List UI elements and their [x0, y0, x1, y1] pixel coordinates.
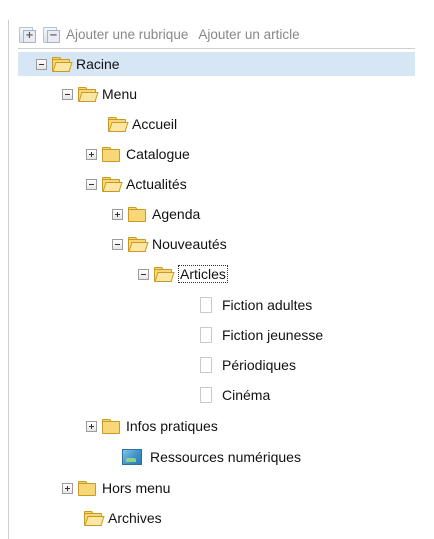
folder-open-icon	[52, 57, 73, 72]
expand-icon[interactable]	[86, 148, 97, 160]
tree-node-accueil[interactable]: Accueil	[108, 113, 177, 135]
tree-node-actualites[interactable]: Actualités	[86, 173, 187, 195]
tree-node-label[interactable]: Archives	[108, 510, 162, 526]
tree-leaf-fiction-adultes[interactable]: Fiction adultes	[200, 294, 312, 316]
collapse-icon[interactable]	[86, 178, 97, 190]
expand-icon[interactable]	[62, 482, 73, 494]
tree-node-label[interactable]: Nouveautés	[152, 236, 227, 252]
tree-leaf-periodiques[interactable]: Périodiques	[200, 354, 296, 376]
tree-node-infos-pratiques[interactable]: Infos pratiques	[86, 415, 218, 437]
expand-icon[interactable]	[86, 420, 97, 432]
folder-open-icon	[78, 87, 99, 102]
tree-node-hors-menu[interactable]: Hors menu	[62, 477, 170, 499]
document-icon	[200, 387, 212, 403]
document-icon	[200, 327, 212, 343]
folder-open-icon	[128, 237, 149, 252]
tree-node-archives[interactable]: Archives	[84, 507, 162, 529]
add-article-button[interactable]: Ajouter un article	[198, 27, 299, 42]
panel-border	[8, 20, 9, 539]
tree-node-label[interactable]: Hors menu	[102, 480, 170, 496]
tree-leaf-label[interactable]: Fiction jeunesse	[222, 327, 323, 343]
tree-node-label[interactable]: Ressources numériques	[150, 449, 301, 465]
tree-node-label[interactable]: Agenda	[152, 206, 200, 222]
tree-node-label[interactable]: Accueil	[132, 116, 177, 132]
folder-open-icon	[102, 177, 123, 192]
tree-leaf-fiction-jeunesse[interactable]: Fiction jeunesse	[200, 324, 323, 346]
tree-node-label[interactable]: Infos pratiques	[126, 418, 218, 434]
expand-icon[interactable]	[112, 208, 123, 220]
tree-node-label[interactable]: Actualités	[126, 176, 187, 192]
tree-node-agenda[interactable]: Agenda	[112, 203, 200, 225]
folder-open-icon	[84, 511, 105, 526]
tree-leaf-label[interactable]: Cinéma	[222, 387, 270, 403]
tree-node-label[interactable]: Menu	[102, 86, 137, 102]
image-section-icon	[122, 449, 142, 465]
folder-icon	[78, 481, 96, 496]
tree-node-racine[interactable]: Racine	[36, 53, 120, 75]
tree-node-label-selected[interactable]: Articles	[178, 265, 228, 283]
tree-node-nouveautes[interactable]: Nouveautés	[112, 233, 227, 255]
folder-open-icon	[154, 267, 175, 282]
collapse-icon[interactable]	[112, 238, 123, 250]
tree-leaf-cinema[interactable]: Cinéma	[200, 384, 270, 406]
tree-node-label[interactable]: Racine	[76, 56, 120, 72]
tree-leaf-label[interactable]: Périodiques	[222, 357, 296, 373]
collapse-icon[interactable]	[138, 268, 149, 280]
tree-node-menu[interactable]: Menu	[62, 83, 137, 105]
folder-open-icon	[108, 117, 129, 132]
toolbar: + − Ajouter une rubrique Ajouter un arti…	[18, 20, 415, 49]
collapse-icon[interactable]	[36, 58, 47, 70]
remove-icon[interactable]: −	[42, 25, 60, 43]
folder-icon	[128, 207, 146, 222]
add-section-icon[interactable]: +	[18, 25, 36, 43]
collapse-icon[interactable]	[62, 88, 73, 100]
add-section-button[interactable]: Ajouter une rubrique	[66, 27, 188, 42]
tree-node-catalogue[interactable]: Catalogue	[86, 143, 190, 165]
folder-icon	[102, 147, 120, 162]
tree-node-label[interactable]: Catalogue	[126, 146, 190, 162]
document-icon	[200, 297, 212, 313]
document-icon	[200, 357, 212, 373]
folder-icon	[102, 419, 120, 434]
tree-node-ressources-numeriques[interactable]: Ressources numériques	[122, 446, 301, 468]
tree-node-articles[interactable]: Articles	[138, 263, 228, 285]
tree-panel: + − Ajouter une rubrique Ajouter un arti…	[0, 0, 434, 539]
tree-leaf-label[interactable]: Fiction adultes	[222, 297, 312, 313]
